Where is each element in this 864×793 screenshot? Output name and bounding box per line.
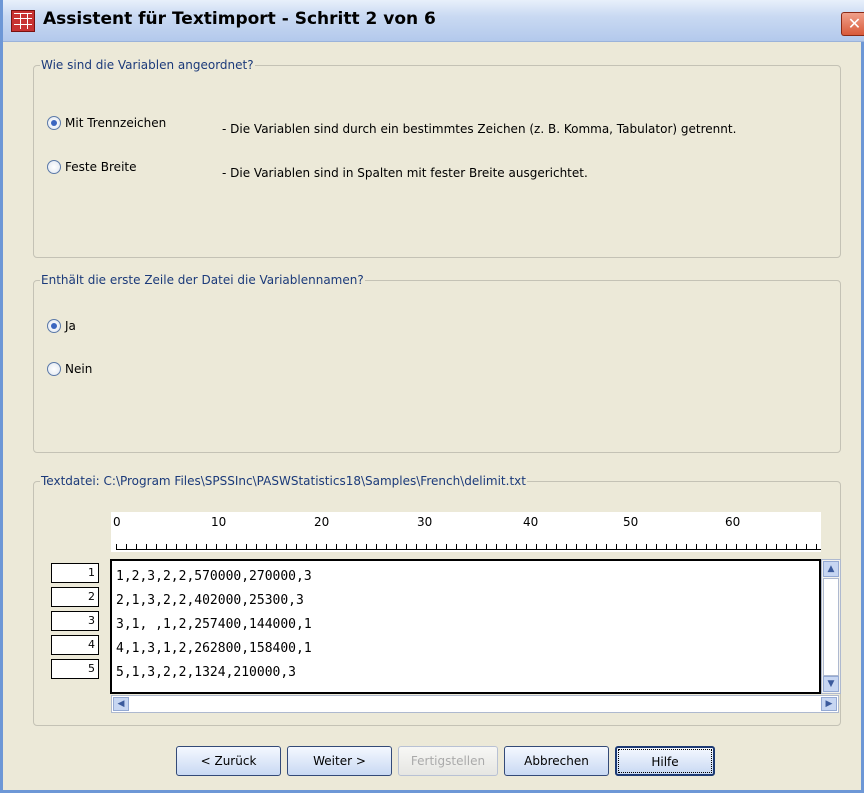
- fixed-width-description: - Die Variablen sind in Spalten mit fest…: [222, 166, 588, 180]
- radio-delimited-label: Mit Trennzeichen: [65, 116, 167, 130]
- radio-no[interactable]: Nein: [47, 362, 92, 376]
- column-ruler: 0 10 20 30 40 50 60: [111, 512, 821, 552]
- data-line: 5,1,3,2,2,1324,210000,3: [116, 665, 297, 680]
- radio-dot-icon: [47, 160, 61, 174]
- row-number: 5: [51, 659, 99, 679]
- close-icon[interactable]: ✕: [841, 12, 864, 36]
- radio-no-label: Nein: [65, 362, 93, 376]
- finish-button[interactable]: Fertigstellen: [398, 746, 498, 776]
- header-row-legend: Enthält die erste Zeile der Datei die Va…: [41, 273, 364, 287]
- arrow-right-icon[interactable]: ▶: [821, 697, 837, 711]
- row-number: 3: [51, 611, 99, 631]
- vertical-scrollbar[interactable]: ▲ ▼: [821, 559, 841, 694]
- radio-fixed-width[interactable]: Feste Breite: [47, 160, 137, 174]
- back-button[interactable]: < Zurück: [176, 746, 281, 776]
- radio-yes[interactable]: Ja: [47, 319, 76, 333]
- ruler-label: 0: [113, 515, 121, 529]
- window-title: Assistent für Textimport - Schritt 2 von…: [43, 9, 436, 29]
- ruler-label: 20: [314, 515, 330, 529]
- row-number: 2: [51, 587, 99, 607]
- data-line: 4,1,3,1,2,262800,158400,1: [116, 641, 312, 656]
- variable-arrangement-group: Wie sind die Variablen angeordnet?: [33, 58, 841, 258]
- ruler-label: 60: [725, 515, 741, 529]
- variable-arrangement-legend: Wie sind die Variablen angeordnet?: [41, 58, 254, 72]
- radio-dot-icon: [47, 362, 61, 376]
- text-file-legend: Textdatei: C:\Program Files\SPSSInc\PASW…: [41, 474, 526, 488]
- next-button[interactable]: Weiter >: [287, 746, 392, 776]
- data-line: 1,2,3,2,2,570000,270000,3: [116, 569, 312, 584]
- radio-dot-icon: [47, 116, 61, 130]
- text-import-wizard-dialog: Assistent für Textimport - Schritt 2 von…: [0, 0, 864, 793]
- delimited-description: - Die Variablen sind durch ein bestimmte…: [222, 122, 737, 136]
- arrow-down-icon[interactable]: ▼: [823, 676, 839, 692]
- radio-dot-icon: [47, 319, 61, 333]
- ruler-ticks: [116, 544, 821, 550]
- help-button[interactable]: Hilfe: [615, 746, 715, 776]
- row-number-column: 1 2 3 4 5: [51, 563, 99, 691]
- row-number: 4: [51, 635, 99, 655]
- data-line: 3,1, ,1,2,257400,144000,1: [116, 617, 312, 632]
- radio-delimited[interactable]: Mit Trennzeichen: [47, 116, 166, 130]
- data-preview[interactable]: 1,2,3,2,2,570000,270000,3 2,1,3,2,2,4020…: [110, 559, 821, 694]
- arrow-up-icon[interactable]: ▲: [823, 561, 839, 577]
- radio-fixed-width-label: Feste Breite: [65, 160, 137, 174]
- horizontal-scrollbar[interactable]: ◀ ▶: [111, 695, 839, 713]
- ruler-label: 40: [523, 515, 539, 529]
- table-grid-icon: [11, 10, 35, 32]
- row-number: 1: [51, 563, 99, 583]
- cancel-button[interactable]: Abbrechen: [504, 746, 609, 776]
- ruler-label: 10: [211, 515, 227, 529]
- scroll-thumb[interactable]: [823, 578, 839, 676]
- ruler-label: 50: [623, 515, 639, 529]
- title-bar[interactable]: Assistent für Textimport - Schritt 2 von…: [3, 0, 864, 42]
- arrow-left-icon[interactable]: ◀: [113, 697, 129, 711]
- header-row-group: Enthält die erste Zeile der Datei die Va…: [33, 273, 841, 453]
- ruler-label: 30: [417, 515, 433, 529]
- data-line: 2,1,3,2,2,402000,25300,3: [116, 593, 304, 608]
- radio-yes-label: Ja: [65, 319, 76, 333]
